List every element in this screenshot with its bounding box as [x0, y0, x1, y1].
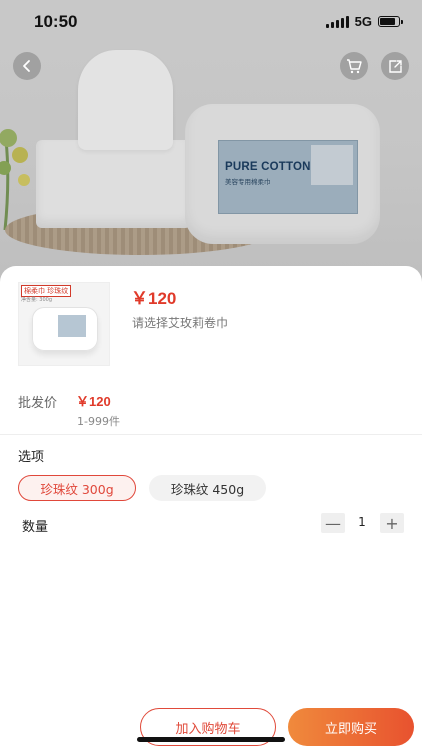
back-icon — [23, 60, 30, 72]
status-time: 10:50 — [34, 12, 78, 31]
cart-button[interactable] — [340, 52, 368, 80]
divider — [0, 434, 422, 435]
network-type: 5G — [354, 14, 372, 29]
product-price: ￥120 — [131, 289, 177, 308]
status-bar: 10:50 5G — [0, 0, 422, 44]
selection-hint: 请选择艾玫莉卷巾 — [132, 316, 229, 330]
thumbnail-net-weight: 净含量: 300g — [21, 297, 52, 303]
option-chip-300g[interactable]: 珍珠纹 300g — [18, 475, 136, 501]
signal-icon — [325, 15, 349, 28]
share-button[interactable] — [381, 52, 409, 80]
share-icon — [388, 59, 402, 73]
quantity-increment-button[interactable]: + — [380, 513, 404, 533]
quantity-decrement-button[interactable]: — — [321, 513, 345, 533]
sku-selection-sheet: 棉柔巾 珍珠纹 净含量: 300g ￥120 请选择艾玫莉卷巾 批发价 ￥120… — [0, 266, 422, 750]
buy-now-button[interactable]: 立即购买 — [288, 708, 414, 746]
back-button[interactable] — [13, 52, 41, 80]
thumbnail-roll-label — [58, 315, 86, 337]
wholesale-range: 1-999件 — [77, 415, 120, 428]
status-indicators: 5G — [325, 14, 403, 29]
home-indicator — [137, 737, 285, 742]
product-thumbnail: 棉柔巾 珍珠纹 净含量: 300g — [18, 282, 110, 366]
wholesale-label: 批发价 — [18, 396, 58, 411]
battery-icon — [378, 16, 403, 27]
quantity-label: 数量 — [22, 520, 49, 535]
cart-icon — [347, 59, 362, 74]
quantity-value[interactable]: 1 — [345, 515, 379, 529]
option-chip-450g[interactable]: 珍珠纹 450g — [149, 475, 266, 501]
options-title: 选项 — [18, 450, 45, 465]
thumbnail-roll — [32, 307, 98, 351]
wholesale-price: ￥120 — [76, 394, 111, 409]
